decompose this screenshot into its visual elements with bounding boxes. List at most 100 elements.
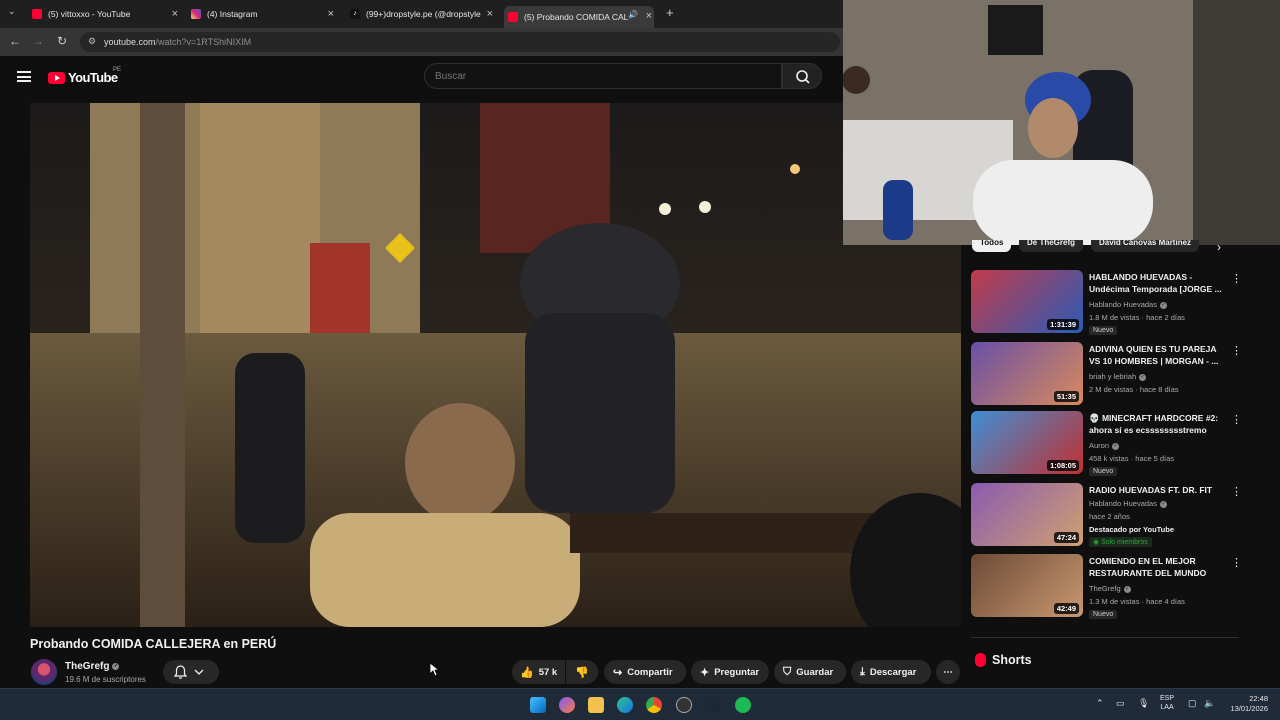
speaker-icon[interactable]: 🔊 (628, 10, 638, 19)
youtube-logo[interactable]: YouTube (48, 70, 118, 85)
system-clock[interactable]: 22:48 13/01/2026 (1226, 694, 1268, 714)
close-icon[interactable]: × (487, 8, 493, 20)
more-vertical-icon[interactable]: ⋮ (1231, 556, 1242, 569)
file-explorer-icon[interactable] (588, 697, 604, 713)
recommendation-title[interactable]: 💀 MINECRAFT HARDCORE #2: ahora sí es ecs… (1089, 412, 1227, 436)
windows-start-icon[interactable] (530, 697, 546, 713)
like-button[interactable]: 👍 57 k (512, 660, 565, 684)
verified-check-icon: ✓ (1159, 500, 1167, 508)
recommendation-item[interactable]: 51:35 ADIVINA QUIEN ES TU PAREJA VS 10 H… (971, 342, 1242, 406)
more-vertical-icon[interactable]: ⋮ (1231, 485, 1242, 498)
chip-related[interactable]: David Cánovas Martínez (1091, 240, 1200, 252)
close-icon[interactable]: × (328, 8, 334, 20)
recommendation-item[interactable]: 1:08:05 💀 MINECRAFT HARDCORE #2: ahora s… (971, 411, 1242, 476)
shorts-heading: Shorts (992, 653, 1032, 667)
more-vertical-icon[interactable]: ⋮ (1231, 272, 1242, 285)
chrome-icon[interactable] (646, 697, 662, 713)
chevron-up-icon[interactable]: ⌃ (1096, 698, 1104, 709)
youtube-play-logo-icon (48, 71, 65, 84)
recommendation-channel[interactable]: Auron ✓ (1089, 441, 1120, 450)
lang-region: LAA (1160, 704, 1174, 711)
browser-tab-4-active[interactable]: (5) Probando COMIDA CAL 🔊 × (504, 6, 654, 28)
browser-tab-2[interactable]: (4) Instagram × (191, 4, 334, 24)
bell-icon (173, 665, 204, 679)
spotify-icon[interactable] (735, 697, 751, 713)
save-button[interactable]: ⛉ Guardar (774, 660, 846, 684)
tab-list-chevron-icon[interactable]: ⌄ (8, 6, 16, 17)
youtube-favicon-icon (32, 9, 42, 19)
chip-from-channel[interactable]: De TheGrefg (1019, 240, 1084, 252)
microphone-icon[interactable]: 🎙 (1138, 698, 1149, 709)
search-button[interactable] (782, 63, 822, 89)
like-count: 57 k (538, 666, 558, 678)
edge-icon[interactable] (617, 697, 633, 713)
back-arrow-icon[interactable]: ← (9, 34, 21, 48)
chevron-right-icon[interactable]: › (1217, 240, 1221, 254)
channel-name[interactable]: TheGrefg ✓ (65, 661, 120, 672)
close-icon[interactable]: × (646, 10, 652, 22)
verified-check-icon: ✓ (1112, 442, 1120, 450)
download-button[interactable]: ⤓ Descargar (851, 660, 931, 684)
copilot-icon[interactable] (559, 697, 575, 713)
video-player[interactable] (30, 103, 961, 627)
address-bar[interactable]: ⚙ youtube.com/watch?v=1RTShiNIXIM (80, 32, 840, 52)
search-input[interactable] (424, 63, 782, 89)
new-tab-plus-icon[interactable]: + (666, 5, 674, 20)
url-text: youtube.com/watch?v=1RTShiNIXIM (104, 37, 252, 47)
recommendation-channel[interactable]: Hablando Huevadas ✓ (1089, 499, 1167, 508)
webcam-overlay (843, 0, 1280, 245)
recommendation-item[interactable]: 47:24 RADIO HUEVADAS FT. DR. FIT Habland… (971, 483, 1242, 547)
clock-time: 22:48 (1249, 694, 1268, 703)
video-thumbnail[interactable]: 1:31:39 (971, 270, 1083, 333)
recommendation-item[interactable]: 1:31:39 HABLANDO HUEVADAS - Undécima Tem… (971, 270, 1242, 335)
clock-date: 13/01/2026 (1230, 704, 1268, 713)
recommendation-title[interactable]: ADIVINA QUIEN ES TU PAREJA VS 10 HOMBRES… (1089, 343, 1227, 367)
video-thumbnail[interactable]: 51:35 (971, 342, 1083, 405)
channel-avatar[interactable] (31, 659, 57, 685)
video-thumbnail[interactable]: 42:49 (971, 554, 1083, 617)
video-thumbnail[interactable]: 1:08:05 (971, 411, 1083, 474)
recommendation-title[interactable]: HABLANDO HUEVADAS - Undécima Temporada [… (1089, 271, 1227, 295)
forward-arrow-icon[interactable]: → (32, 34, 44, 48)
subscriber-count: 19.6 M de suscriptores (65, 675, 146, 684)
more-vertical-icon[interactable]: ⋮ (1231, 344, 1242, 357)
featured-label: Destacado por YouTube (1089, 525, 1175, 534)
recommendation-title[interactable]: COMIENDO EN EL MEJOR RESTAURANTE DEL MUN… (1089, 555, 1227, 579)
input-language[interactable]: ESP LAA (1160, 694, 1174, 712)
browser-toolbar: ← → ↻ ⚙ youtube.com/watch?v=1RTShiNIXIM (0, 28, 843, 56)
dislike-button[interactable]: 👎 (566, 660, 598, 684)
volume-icon[interactable]: 🔈 (1204, 698, 1215, 709)
more-vertical-icon[interactable]: ⋮ (1231, 413, 1242, 426)
display-icon[interactable]: ▢ (1188, 698, 1197, 709)
search-icon (796, 70, 810, 84)
recommendation-channel[interactable]: briah y lebriah ✓ (1089, 372, 1147, 381)
recommendation-channel[interactable]: Hablando Huevadas ✓ (1089, 300, 1167, 309)
site-info-icon[interactable]: ⚙ (88, 36, 96, 47)
share-arrow-icon: ↪ (613, 666, 623, 679)
notification-bell-button[interactable] (163, 660, 219, 684)
lang-code: ESP (1160, 695, 1175, 702)
more-actions-button[interactable]: ⋯ (936, 660, 960, 684)
recommendation-channel[interactable]: TheGrefg ✓ (1089, 584, 1131, 593)
tiktok-favicon-icon: ♪ (350, 9, 360, 19)
chip-all[interactable]: Todos (972, 240, 1012, 252)
share-button[interactable]: ↪ Compartir (604, 660, 686, 684)
recommendation-meta: 1.8 M de vistas · hace 2 días (1089, 313, 1185, 322)
steam-icon[interactable] (705, 697, 721, 713)
video-thumbnail[interactable]: 47:24 (971, 483, 1083, 546)
browser-tab-1[interactable]: (5) vittoxxo - YouTube × (32, 4, 178, 24)
close-icon[interactable]: × (172, 8, 178, 20)
hamburger-menu-icon[interactable] (17, 71, 31, 82)
youtube-header: YouTube PE (0, 56, 843, 98)
network-icon[interactable]: ▭ (1116, 698, 1125, 709)
browser-tab-3[interactable]: ♪ (99+)dropstyle.pe (@dropstyle × (350, 4, 493, 24)
app-icon[interactable] (676, 697, 692, 713)
duration-label: 51:35 (1053, 391, 1079, 402)
recommendation-item[interactable]: 42:49 COMIENDO EN EL MEJOR RESTAURANTE D… (971, 554, 1242, 619)
recommendation-title[interactable]: RADIO HUEVADAS FT. DR. FIT (1089, 484, 1227, 496)
webcam-frame (843, 0, 1280, 245)
ask-button[interactable]: ✦ Preguntar (691, 660, 769, 684)
reload-icon[interactable]: ↻ (57, 34, 67, 48)
save-label: Guardar (796, 666, 834, 678)
browser-tab-label: (5) Probando COMIDA CAL (524, 12, 629, 22)
